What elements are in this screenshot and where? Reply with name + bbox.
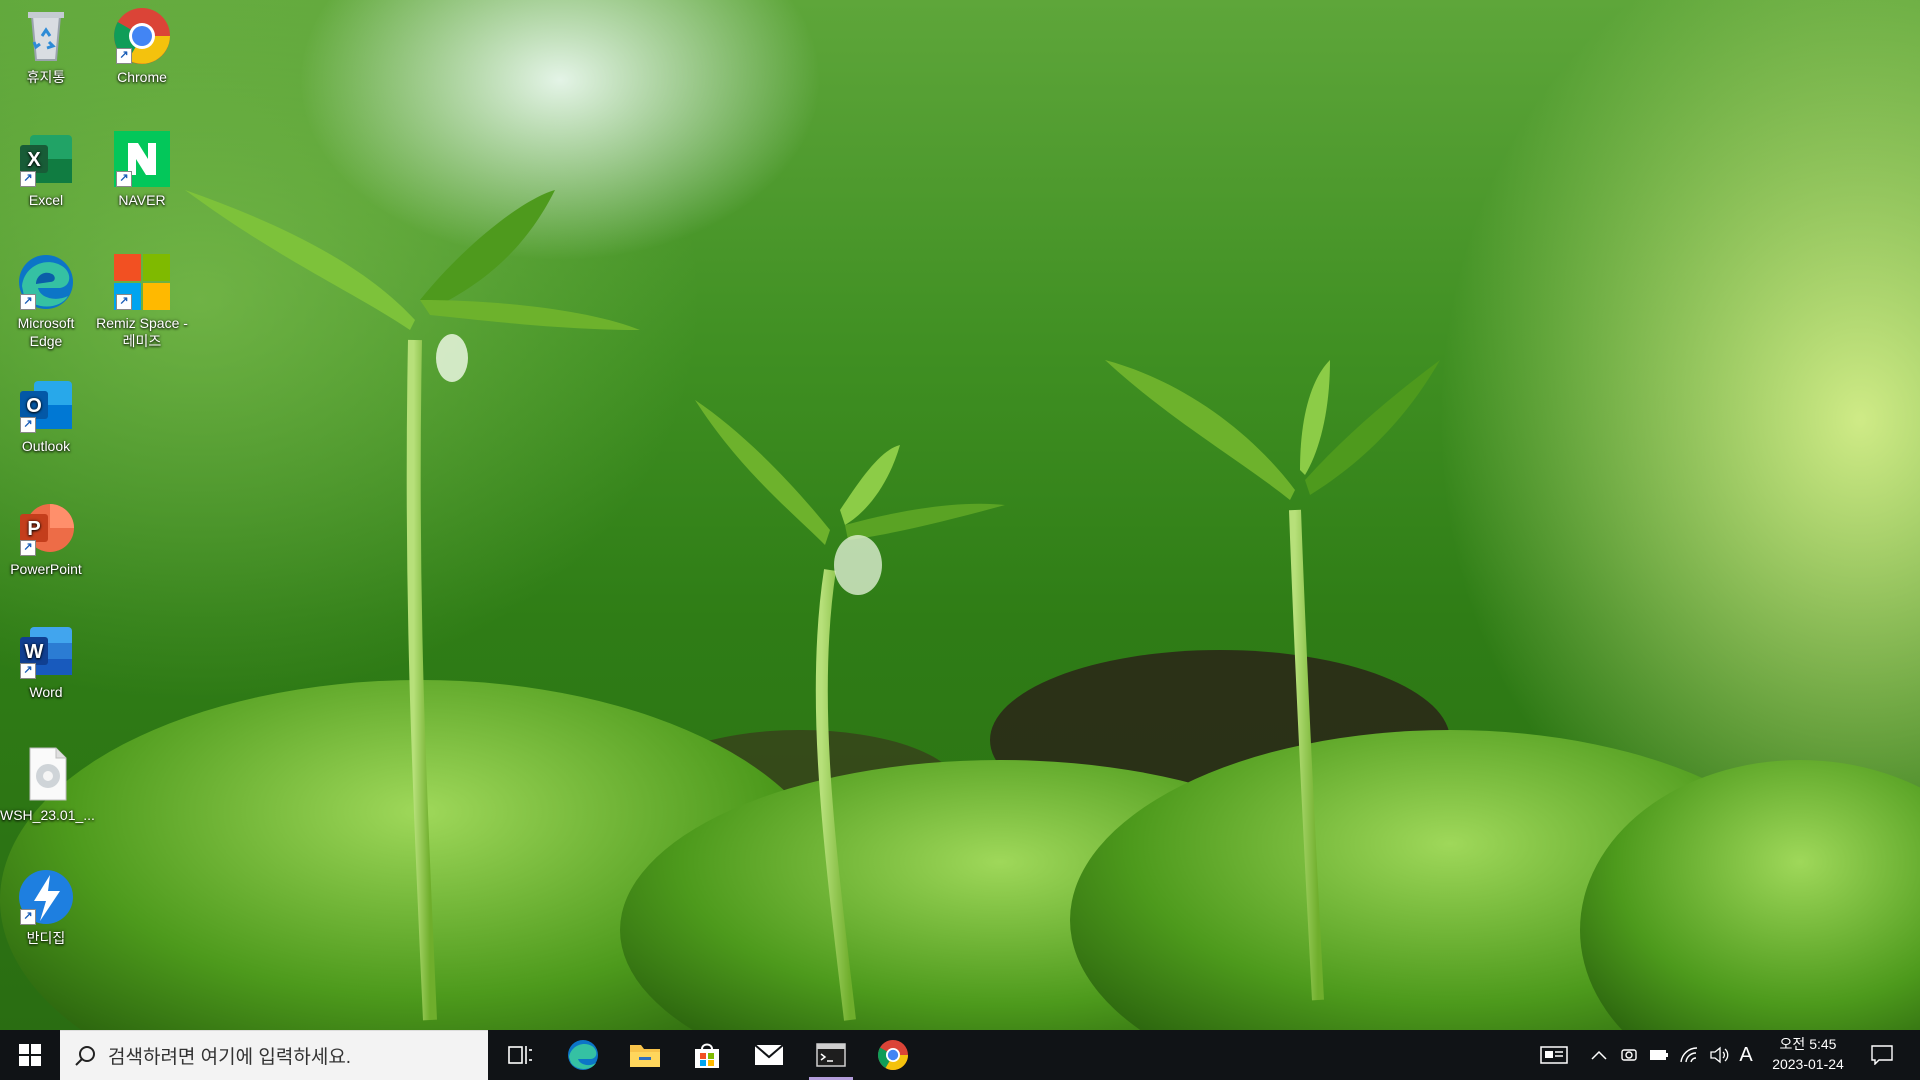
folder-icon xyxy=(630,1045,660,1067)
wallpaper-scenery xyxy=(0,190,1920,1030)
taskbar-search-box[interactable]: 검색하려면 여기에 입력하세요. xyxy=(60,1030,488,1080)
desktop-icon-label: Word xyxy=(29,684,63,700)
outlook-icon: O ↗ xyxy=(16,375,76,435)
desktop-icon-word[interactable]: W ↗ Word xyxy=(0,615,92,733)
file-icon xyxy=(16,744,76,804)
shortcut-arrow-icon: ↗ xyxy=(116,48,132,64)
desktop-icon-label: Chrome xyxy=(117,69,167,85)
desktop-icon-recycle-bin[interactable]: 휴지통 xyxy=(0,0,92,118)
clock-date: 2023-01-24 xyxy=(1772,1056,1844,1072)
desktop-icon-chrome[interactable]: ↗ Chrome xyxy=(96,0,188,118)
battery-icon xyxy=(1650,1050,1668,1060)
svg-text:P: P xyxy=(27,518,40,540)
chevron-up-icon xyxy=(1591,1050,1607,1060)
desktop-wallpaper: 휴지통 ↗ Chrome X ↗ Excel ↗ NAVER ↗ Microso… xyxy=(0,0,1920,1030)
desktop-icon-label: PowerPoint xyxy=(10,561,82,577)
store-icon xyxy=(695,1043,719,1068)
desktop-icon-naver[interactable]: ↗ NAVER xyxy=(96,123,188,241)
chrome-icon: ↗ xyxy=(112,6,172,66)
start-button[interactable] xyxy=(0,1030,60,1080)
desktop-icon-powerpoint[interactable]: P ↗ PowerPoint xyxy=(0,492,92,610)
task-view-button[interactable] xyxy=(490,1030,550,1080)
news-widget-button[interactable] xyxy=(1536,1030,1572,1080)
wifi-icon xyxy=(1680,1047,1698,1063)
notification-icon xyxy=(1871,1045,1893,1065)
mail-icon xyxy=(754,1044,784,1065)
desktop-icon-bandizip[interactable]: ↗ 반디집 xyxy=(0,861,92,979)
taskbar-clock[interactable]: 오전 5:45 2023-01-24 xyxy=(1756,1030,1860,1080)
network-button[interactable] xyxy=(1674,1030,1704,1080)
taskbar-mail-button[interactable] xyxy=(739,1030,799,1080)
shortcut-arrow-icon: ↗ xyxy=(20,417,36,433)
word-icon: W ↗ xyxy=(16,621,76,681)
desktop-icon-outlook[interactable]: O ↗ Outlook xyxy=(0,369,92,487)
shortcut-arrow-icon: ↗ xyxy=(20,663,36,679)
taskbar-store-button[interactable] xyxy=(677,1030,737,1080)
taskbar-chrome-button[interactable] xyxy=(863,1030,923,1080)
shortcut-arrow-icon: ↗ xyxy=(20,540,36,556)
desktop-icon-label: Excel xyxy=(28,192,64,208)
meet-now-button[interactable] xyxy=(1614,1030,1644,1080)
taskbar-file-explorer-button[interactable] xyxy=(615,1030,675,1080)
task-view-icon xyxy=(508,1046,532,1064)
shortcut-arrow-icon: ↗ xyxy=(20,171,36,187)
clock-time: 오전 5:45 xyxy=(1779,1036,1837,1052)
search-icon xyxy=(75,1045,95,1066)
desktop-icon-edge[interactable]: ↗ Microsoft Edge xyxy=(0,246,92,364)
desktop-icon-remiz-space[interactable]: ↗ Remiz Space - 레미즈 xyxy=(96,246,188,364)
edge-icon: ↗ xyxy=(16,252,76,312)
svg-text:O: O xyxy=(26,395,42,417)
shortcut-arrow-icon: ↗ xyxy=(20,294,36,310)
excel-icon: X ↗ xyxy=(16,129,76,189)
shortcut-arrow-icon: ↗ xyxy=(116,171,132,187)
chrome-icon xyxy=(877,1040,908,1071)
taskbar-edge-button[interactable] xyxy=(553,1030,613,1080)
edge-icon xyxy=(568,1040,598,1070)
recycle-bin-icon xyxy=(16,6,76,66)
shortcut-arrow-icon: ↗ xyxy=(116,294,132,310)
search-placeholder: 검색하려면 여기에 입력하세요. xyxy=(108,1047,352,1068)
speaker-icon xyxy=(1710,1046,1729,1064)
desktop-icon-label: WSH_23.01_... xyxy=(0,807,95,823)
shortcut-arrow-icon: ↗ xyxy=(20,909,36,925)
action-center-button[interactable] xyxy=(1862,1030,1902,1080)
naver-icon: ↗ xyxy=(112,129,172,189)
desktop-icon-label: Remiz Space - 레미즈 xyxy=(96,315,188,349)
show-hidden-icons-button[interactable] xyxy=(1584,1030,1614,1080)
svg-text:X: X xyxy=(27,149,41,171)
desktop-icon-label: NAVER xyxy=(118,192,166,208)
desktop-icon-label: Microsoft Edge xyxy=(17,315,75,349)
bandizip-icon: ↗ xyxy=(16,867,76,927)
terminal-icon xyxy=(816,1043,846,1067)
svg-text:W: W xyxy=(25,641,44,663)
desktop-icon-label: 휴지통 xyxy=(26,69,66,85)
battery-button[interactable] xyxy=(1644,1030,1674,1080)
windows-start-icon xyxy=(19,1044,41,1066)
input-mode-indicator[interactable]: A xyxy=(1734,1030,1758,1080)
taskbar-terminal-button[interactable] xyxy=(801,1030,861,1080)
camera-icon xyxy=(1621,1049,1637,1061)
news-icon xyxy=(1540,1046,1568,1064)
desktop-icon-wsh-file[interactable]: WSH_23.01_... xyxy=(0,738,95,856)
desktop-icon-excel[interactable]: X ↗ Excel xyxy=(0,123,92,241)
taskbar: 검색하려면 여기에 입력하세요. A 오전 5:45 2023-01-24 xyxy=(0,1030,1920,1080)
powerpoint-icon: P ↗ xyxy=(16,498,76,558)
desktop-icon-label: 반디집 xyxy=(26,930,66,946)
remiz-space-icon: ↗ xyxy=(112,252,172,312)
volume-button[interactable] xyxy=(1704,1030,1734,1080)
desktop-icon-label: Outlook xyxy=(21,438,71,454)
